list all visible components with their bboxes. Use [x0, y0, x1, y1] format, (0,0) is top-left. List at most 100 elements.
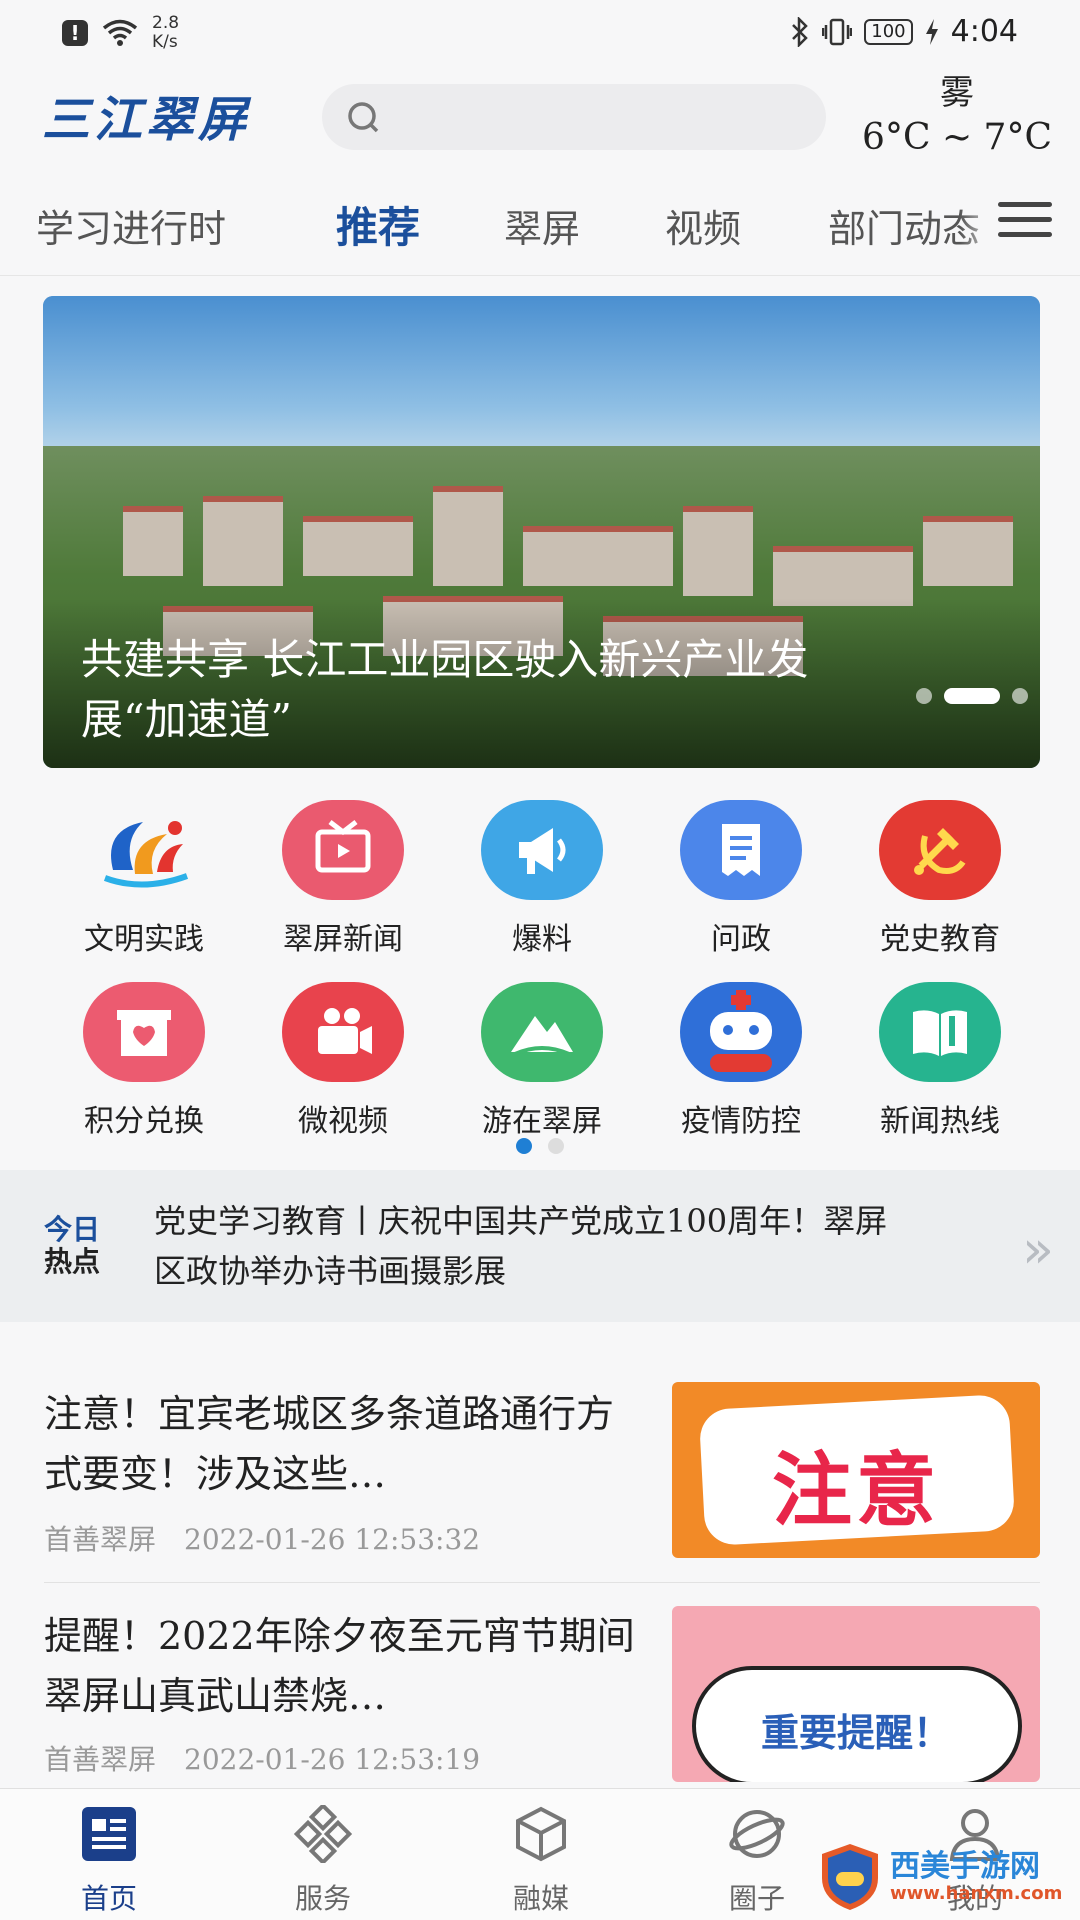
banner-building: [773, 546, 913, 606]
status-bar: ! 2.8 K/s 100 4:04: [0, 0, 1080, 62]
grid-label: 微视频: [298, 1104, 388, 1139]
alert-icon: !: [62, 20, 88, 46]
nav-media[interactable]: 融媒: [466, 1805, 616, 1917]
weather-temperature: 6°C ~ 7°C: [862, 117, 1052, 158]
news-time: 2022-01-26 12:53:32: [184, 1523, 481, 1556]
battery-indicator: 100: [864, 18, 913, 45]
today-hot-bar[interactable]: 今日 热点 党史学习教育丨庆祝中国共产党成立100周年！翠屏区政协举办诗书画摄影…: [0, 1170, 1080, 1322]
charging-icon: [925, 18, 938, 45]
banner-building: [123, 506, 183, 576]
weather-condition: 雾: [940, 73, 975, 113]
grid-item-civilization[interactable]: 文明实践: [44, 800, 244, 958]
app-logo[interactable]: 三江翠屏: [42, 80, 250, 150]
today-hot-badge: 今日 热点: [44, 1214, 100, 1278]
search-icon: [348, 102, 379, 133]
banner-carousel[interactable]: 共建共享 长江工业园区驶入新兴产业发展“加速道”: [43, 296, 1040, 768]
news-icon: [82, 1807, 136, 1861]
news-meta: 首善翠屏 2022-01-26 12:53:32: [44, 1518, 480, 1558]
wifi-icon: [102, 19, 138, 46]
nav-label: 融媒: [512, 1882, 569, 1915]
search-input[interactable]: [394, 98, 804, 136]
news-meta: 首善翠屏 2022-01-26 12:53:19: [44, 1738, 480, 1778]
double-chevron-right-icon[interactable]: »: [1022, 1220, 1054, 1280]
grid-label: 翠屏新闻: [283, 922, 403, 957]
banner-building: [683, 506, 753, 596]
grid-label: 积分兑换: [84, 1104, 204, 1139]
search-bar[interactable]: [322, 84, 826, 150]
watermark-url: www.hanxm.com: [890, 1882, 1063, 1904]
gamepad-shield-icon: [822, 1844, 878, 1910]
civilization-logo-icon: [83, 800, 205, 900]
banner-sky: [43, 296, 1040, 456]
nav-label: 圈子: [728, 1882, 785, 1915]
banner-dot: [916, 688, 932, 704]
status-time: 4:04: [950, 14, 1018, 49]
news-title[interactable]: 注意！宜宾老城区多条道路通行方式要变！涉及这些…: [44, 1384, 644, 1504]
service-grid-icon: [293, 1802, 353, 1866]
mountain-icon: [481, 982, 603, 1082]
thumbnail-text: 重要提醒！: [760, 1711, 951, 1755]
banner-pagination: [916, 688, 1028, 704]
banner-title[interactable]: 共建共享 长江工业园区驶入新兴产业发展“加速道”: [81, 630, 861, 750]
nav-label: 服务: [294, 1882, 351, 1915]
grid-item-hotline[interactable]: 新闻热线: [840, 982, 1040, 1140]
cube-icon: [516, 1806, 566, 1862]
tab-department[interactable]: 部门动态: [828, 198, 980, 253]
news-thumbnail[interactable]: 注意: [672, 1382, 1040, 1558]
grid-label: 文明实践: [84, 922, 204, 957]
news-title[interactable]: 提醒！2022年除夕夜至元宵节期间 翠屏山真武山禁烧…: [44, 1606, 644, 1726]
banner-building: [923, 516, 1013, 586]
party-emblem-icon: [879, 800, 1001, 900]
hot-headline[interactable]: 党史学习教育丨庆祝中国共产党成立100周年！翠屏区政协举办诗书画摄影展: [154, 1196, 914, 1296]
banner-building: [303, 516, 413, 576]
grid-label: 新闻热线: [880, 1104, 1000, 1139]
news-thumbnail[interactable]: 重要提醒！: [672, 1606, 1040, 1782]
tab-study[interactable]: 学习进行时: [36, 198, 226, 253]
grid-pagination: [516, 1138, 564, 1154]
thumbnail-text: 注意: [772, 1444, 940, 1537]
feature-grid: 文明实践 翠屏新闻 爆料 问政 党史教育 积分兑换 微视频 游在翠屏 疫情防控 …: [0, 800, 1080, 1140]
video-camera-icon: [282, 982, 404, 1082]
grid-label: 爆料: [512, 922, 572, 957]
status-right: 100 4:04: [790, 14, 1018, 49]
planet-icon: [729, 1810, 785, 1858]
grid-item-tourism[interactable]: 游在翠屏: [442, 982, 642, 1140]
news-divider: [44, 1582, 1040, 1583]
grid-item-epidemic[interactable]: 疫情防控: [641, 982, 841, 1140]
net-speed: 2.8 K/s: [152, 13, 180, 52]
channel-tabs: 学习进行时 推荐 翠屏 视频 部门动态: [0, 186, 1080, 276]
book-icon: [879, 982, 1001, 1082]
nav-label: 首页: [80, 1882, 137, 1915]
megaphone-icon: [481, 800, 603, 900]
grid-item-news[interactable]: 翠屏新闻: [243, 800, 443, 958]
app-header: 三江翠屏 雾 6°C ~ 7°C: [0, 62, 1080, 172]
tab-video[interactable]: 视频: [665, 198, 741, 253]
weather-widget[interactable]: 雾 6°C ~ 7°C: [862, 72, 1052, 162]
status-left: ! 2.8 K/s: [62, 14, 179, 52]
vibrate-icon: [822, 18, 853, 45]
grid-item-report[interactable]: 爆料: [442, 800, 642, 958]
grid-label: 党史教育: [880, 922, 1000, 957]
bluetooth-icon: [792, 16, 809, 47]
gift-icon: [83, 982, 205, 1082]
tab-cuiping[interactable]: 翠屏: [504, 198, 580, 253]
hot-badge-line1: 今日: [44, 1213, 101, 1246]
grid-dot: [548, 1138, 564, 1154]
grid-item-points[interactable]: 积分兑换: [44, 982, 244, 1140]
grid-label: 问政: [711, 922, 771, 957]
nav-service[interactable]: 服务: [248, 1802, 398, 1917]
grid-item-micro-video[interactable]: 微视频: [243, 982, 443, 1140]
site-watermark: 西美手游网 www.hanxm.com: [818, 1842, 1062, 1912]
nav-home[interactable]: 首页: [34, 1805, 184, 1917]
tab-recommend[interactable]: 推荐: [336, 194, 420, 255]
grid-label: 疫情防控: [681, 1104, 801, 1139]
news-time: 2022-01-26 12:53:19: [184, 1743, 481, 1776]
banner-building: [523, 526, 673, 586]
grid-dot-active: [516, 1138, 532, 1154]
menu-icon[interactable]: [998, 202, 1052, 246]
grid-item-inquiry[interactable]: 问政: [641, 800, 841, 958]
grid-item-party-history[interactable]: 党史教育: [840, 800, 1040, 958]
watermark-title: 西美手游网: [890, 1848, 1040, 1884]
news-source: 首善翠屏: [44, 1743, 157, 1776]
nav-circle[interactable]: 圈子: [682, 1805, 832, 1917]
